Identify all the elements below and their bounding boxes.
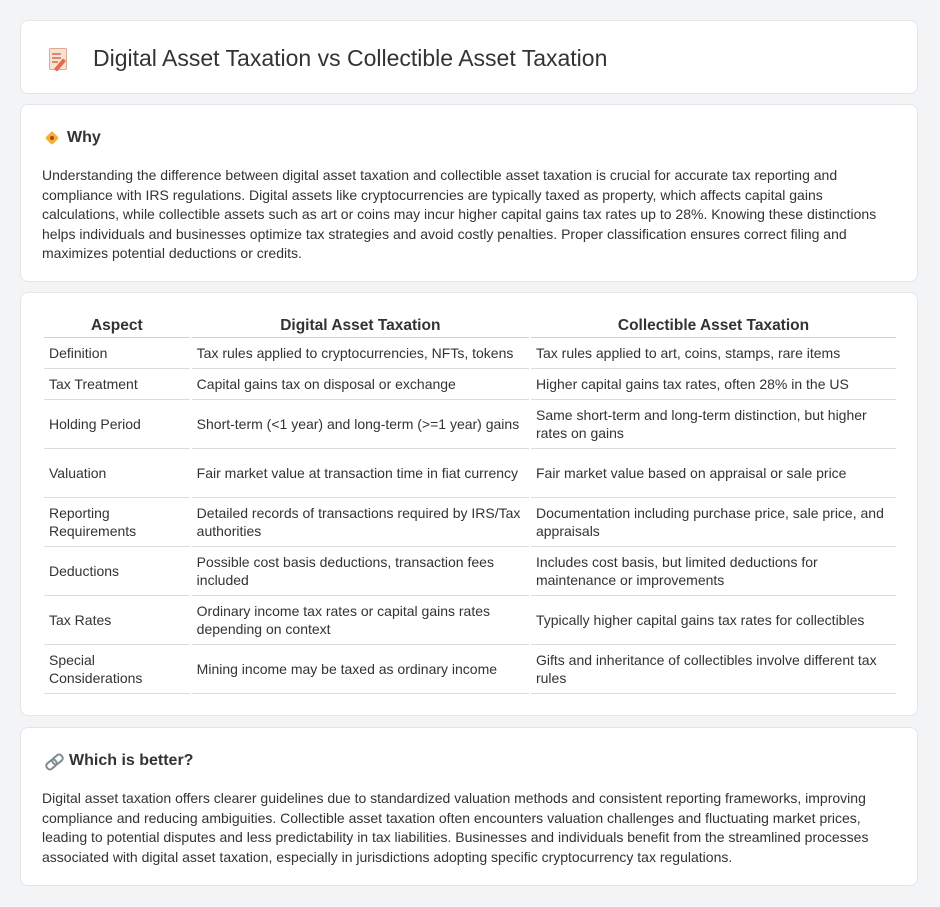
table-cell: Higher capital gains tax rates, often 28… <box>530 369 896 400</box>
table-cell: Reporting Requirements <box>44 498 190 547</box>
table-cell: Fair market value based on appraisal or … <box>530 449 896 498</box>
table-row: Deductions Possible cost basis deduction… <box>44 547 896 596</box>
why-text: Understanding the difference between dig… <box>42 167 877 261</box>
table-cell: Includes cost basis, but limited deducti… <box>530 547 896 596</box>
table-row: Holding Period Short-term (<1 year) and … <box>44 400 896 449</box>
table-cell: Gifts and inheritance of collectibles in… <box>530 645 896 694</box>
column-header: Aspect <box>44 313 190 338</box>
document-pencil-icon <box>47 46 69 72</box>
table-cell: Tax Rates <box>44 596 190 645</box>
why-heading: Why <box>67 129 101 146</box>
table-cell: Ordinary income tax rates or capital gai… <box>191 596 529 645</box>
table-row: Reporting Requirements Detailed records … <box>44 498 896 547</box>
diamond-bulb-icon <box>44 130 60 146</box>
table-row: Tax Rates Ordinary income tax rates or c… <box>44 596 896 645</box>
table-row: Definition Tax rules applied to cryptocu… <box>44 338 896 369</box>
table-cell: Possible cost basis deductions, transact… <box>191 547 529 596</box>
table-row: Special Considerations Mining income may… <box>44 645 896 694</box>
table-cell: Definition <box>44 338 190 369</box>
better-heading: Which is better? <box>69 752 194 769</box>
table-cell: Short-term (<1 year) and long-term (>=1 … <box>191 400 529 449</box>
comparison-table: Aspect Digital Asset Taxation Collectibl… <box>42 313 898 694</box>
table-cell: Deductions <box>44 547 190 596</box>
table-cell: Mining income may be taxed as ordinary i… <box>191 645 529 694</box>
column-header: Digital Asset Taxation <box>191 313 529 338</box>
table-cell: Holding Period <box>44 400 190 449</box>
column-header: Collectible Asset Taxation <box>530 313 896 338</box>
better-text: Digital asset taxation offers clearer gu… <box>42 790 869 865</box>
page-title: Digital Asset Taxation vs Collectible As… <box>93 45 608 71</box>
which-is-better-section: Which is better? Digital asset taxation … <box>20 727 918 886</box>
table-cell: Typically higher capital gains tax rates… <box>530 596 896 645</box>
table-row: Valuation Fair market value at transacti… <box>44 449 896 498</box>
header-card: Digital Asset Taxation vs Collectible As… <box>20 20 918 94</box>
table-cell: Documentation including purchase price, … <box>530 498 896 547</box>
table-cell: Tax rules applied to cryptocurrencies, N… <box>191 338 529 369</box>
title-row: Digital Asset Taxation vs Collectible As… <box>47 45 607 72</box>
table-cell: Detailed records of transactions require… <box>191 498 529 547</box>
table-cell: Valuation <box>44 449 190 498</box>
table-header-row: Aspect Digital Asset Taxation Collectibl… <box>44 313 896 338</box>
link-icon <box>43 751 66 773</box>
comparison-section: Aspect Digital Asset Taxation Collectibl… <box>20 292 918 716</box>
why-section: Why Understanding the difference between… <box>20 104 918 282</box>
table-cell: Tax rules applied to art, coins, stamps,… <box>530 338 896 369</box>
why-heading-row: Why <box>44 129 101 147</box>
table-cell: Special Considerations <box>44 645 190 694</box>
table-cell: Fair market value at transaction time in… <box>191 449 529 498</box>
table-cell: Same short-term and long-term distinctio… <box>530 400 896 449</box>
better-heading-row: Which is better? <box>43 751 194 773</box>
table-cell: Capital gains tax on disposal or exchang… <box>191 369 529 400</box>
table-cell: Tax Treatment <box>44 369 190 400</box>
table-row: Tax Treatment Capital gains tax on dispo… <box>44 369 896 400</box>
